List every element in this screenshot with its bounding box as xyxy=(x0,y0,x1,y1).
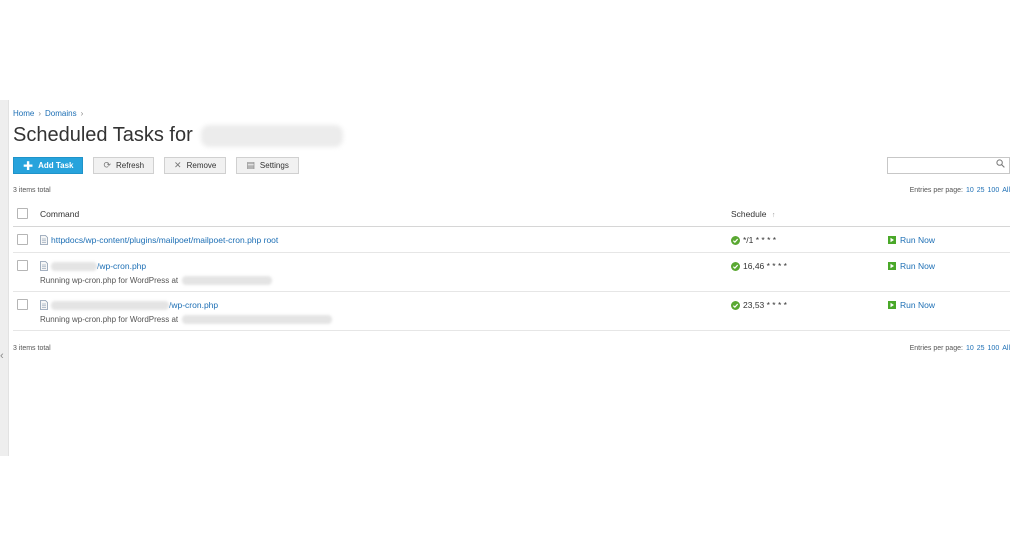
main-content: Home › Domains › Scheduled Tasks for ✚ A… xyxy=(13,0,1010,556)
schedule-text: 23,53 * * * * xyxy=(743,300,787,310)
refresh-icon: ⟳ xyxy=(103,160,112,170)
row-checkbox[interactable] xyxy=(17,260,28,271)
column-command[interactable]: Command xyxy=(40,209,79,219)
page-title-text: Scheduled Tasks for xyxy=(13,124,193,146)
column-schedule[interactable]: Schedule ↑ xyxy=(731,209,775,219)
redacted-path xyxy=(51,300,169,310)
run-now-link[interactable]: Run Now xyxy=(888,261,935,271)
add-task-label: Add Task xyxy=(38,161,74,170)
search-icon[interactable] xyxy=(996,159,1005,168)
page-title: Scheduled Tasks for xyxy=(13,124,343,147)
command-link[interactable]: /wp-cron.php xyxy=(40,300,218,310)
page-size-10[interactable]: 10 xyxy=(966,187,974,194)
pager-top: Entries per page: 10 25 100 All xyxy=(910,187,1010,194)
file-icon xyxy=(40,261,48,271)
command-suffix: /wp-cron.php xyxy=(169,300,219,310)
page-size-25[interactable]: 25 xyxy=(977,345,985,352)
table-row: httpdocs/wp-content/plugins/mailpoet/mai… xyxy=(13,227,1010,253)
run-now-label: Run Now xyxy=(900,261,935,271)
breadcrumb: Home › Domains › xyxy=(13,109,83,118)
run-now-link[interactable]: Run Now xyxy=(888,300,935,310)
refresh-label: Refresh xyxy=(116,161,145,170)
table-row: /wp-cron.php Running wp-cron.php for Wor… xyxy=(13,292,1010,331)
command-description: Running wp-cron.php for WordPress at xyxy=(40,276,273,285)
remove-icon: ✕ xyxy=(174,160,182,170)
settings-icon: ▤ xyxy=(246,160,255,170)
page-size-10[interactable]: 10 xyxy=(966,345,974,352)
search-input[interactable] xyxy=(888,161,996,176)
page-size-all[interactable]: All xyxy=(1002,187,1010,194)
run-now-label: Run Now xyxy=(900,235,935,245)
schedule-cell: */1 * * * * xyxy=(731,235,776,245)
command-link[interactable]: /wp-cron.php xyxy=(40,261,146,271)
breadcrumb-home[interactable]: Home xyxy=(13,109,34,118)
redacted-url xyxy=(182,315,333,324)
redacted-url xyxy=(182,276,273,285)
table-header: Command Schedule ↑ xyxy=(13,200,1010,227)
schedule-text: */1 * * * * xyxy=(743,235,777,245)
check-circle-icon xyxy=(731,300,740,310)
remove-label: Remove xyxy=(186,161,217,170)
sort-ascending-icon: ↑ xyxy=(771,212,776,219)
toolbar: ✚ Add Task ⟳ Refresh ✕ Remove ▤ Settings xyxy=(13,157,299,174)
command-text: httpdocs/wp-content/plugins/mailpoet/mai… xyxy=(51,235,279,245)
redacted-path xyxy=(51,261,97,271)
description-text: Running wp-cron.php for WordPress at xyxy=(40,276,179,285)
breadcrumb-separator: › xyxy=(38,109,42,118)
settings-label: Settings xyxy=(259,161,289,170)
play-icon xyxy=(888,236,896,244)
add-task-button[interactable]: ✚ Add Task xyxy=(13,157,84,174)
select-all-checkbox[interactable] xyxy=(17,208,28,219)
tasks-table: Command Schedule ↑ httpdocs/wp-content/p… xyxy=(13,200,1010,331)
schedule-text: 16,46 * * * * xyxy=(743,261,787,271)
settings-button[interactable]: ▤ Settings xyxy=(236,157,299,174)
command-link[interactable]: httpdocs/wp-content/plugins/mailpoet/mai… xyxy=(40,235,278,245)
command-description: Running wp-cron.php for WordPress at xyxy=(40,315,333,324)
sidebar-strip xyxy=(0,100,9,456)
file-icon xyxy=(40,235,48,245)
column-schedule-label: Schedule xyxy=(731,209,767,219)
command-suffix: /wp-cron.php xyxy=(97,261,147,271)
schedule-cell: 16,46 * * * * xyxy=(731,261,787,271)
breadcrumb-separator: › xyxy=(80,109,84,118)
row-checkbox[interactable] xyxy=(17,299,28,310)
check-circle-icon xyxy=(731,235,740,245)
check-circle-icon xyxy=(731,261,740,271)
chevron-left-icon[interactable]: ‹ xyxy=(0,350,4,362)
page-size-100[interactable]: 100 xyxy=(988,345,1000,352)
page-size-100[interactable]: 100 xyxy=(988,187,1000,194)
redacted-domain xyxy=(200,124,343,147)
schedule-cell: 23,53 * * * * xyxy=(731,300,787,310)
play-icon xyxy=(888,301,896,309)
refresh-button[interactable]: ⟳ Refresh xyxy=(93,157,155,174)
pager-bottom: Entries per page: 10 25 100 All xyxy=(910,345,1010,352)
row-checkbox[interactable] xyxy=(17,234,28,245)
plus-icon: ✚ xyxy=(23,158,34,173)
items-total-bottom: 3 items total xyxy=(13,345,51,352)
run-now-label: Run Now xyxy=(900,300,935,310)
file-icon xyxy=(40,300,48,310)
search-box xyxy=(887,157,1010,176)
page-size-25[interactable]: 25 xyxy=(977,187,985,194)
play-icon xyxy=(888,262,896,270)
page-size-all[interactable]: All xyxy=(1002,345,1010,352)
breadcrumb-domains[interactable]: Domains xyxy=(45,109,77,118)
run-now-link[interactable]: Run Now xyxy=(888,235,935,245)
entries-per-page-label: Entries per page: xyxy=(909,345,963,352)
remove-button[interactable]: ✕ Remove xyxy=(164,157,227,174)
table-row: /wp-cron.php Running wp-cron.php for Wor… xyxy=(13,253,1010,292)
description-text: Running wp-cron.php for WordPress at xyxy=(40,315,179,324)
items-total-top: 3 items total xyxy=(13,187,51,194)
entries-per-page-label: Entries per page: xyxy=(909,187,963,194)
